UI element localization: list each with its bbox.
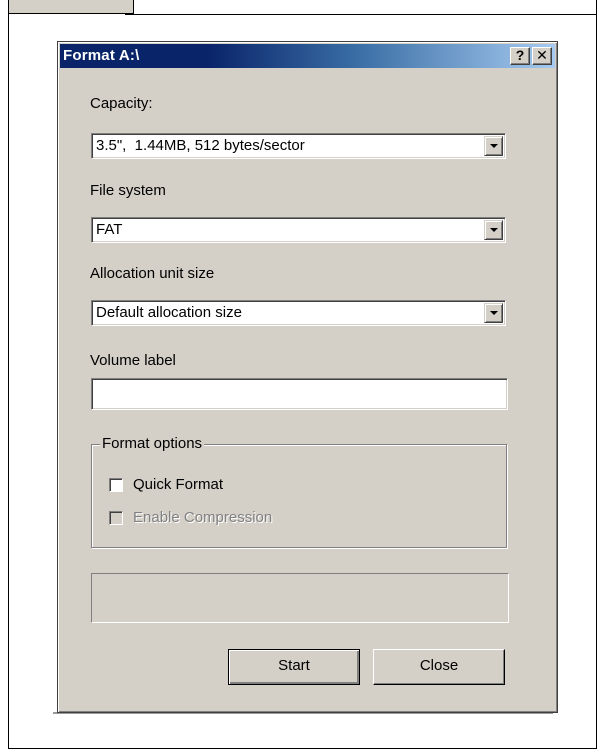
help-button[interactable]: ? — [510, 47, 530, 65]
file-system-dropdown-arrow-icon[interactable] — [484, 220, 503, 240]
close-icon: ✕ — [536, 47, 548, 63]
allocation-label: Allocation unit size — [90, 265, 215, 282]
capacity-dropdown-arrow-icon[interactable] — [484, 136, 503, 156]
corner-tab — [9, 0, 134, 14]
capacity-select[interactable]: 3.5", 1.44MB, 512 bytes/sector — [91, 133, 506, 159]
help-icon: ? — [515, 47, 525, 63]
frame-top-line — [125, 14, 597, 15]
format-options-group: Format options Quick Format Enable Compr… — [91, 435, 507, 548]
title-bar[interactable]: Format A:\ ? ✕ — [60, 44, 555, 68]
quick-format-label[interactable]: Quick Format — [133, 476, 223, 493]
quick-format-checkbox[interactable] — [109, 478, 123, 492]
volume-label-label: Volume label — [90, 352, 176, 369]
format-dialog: Format A:\ ? ✕ Capacity: 3.5", 1.44MB, 5… — [57, 41, 558, 713]
capacity-value: 3.5", 1.44MB, 512 bytes/sector — [96, 137, 305, 154]
file-system-select[interactable]: FAT — [91, 217, 506, 243]
capacity-label: Capacity: — [90, 95, 153, 112]
enable-compression-label: Enable Compression — [133, 509, 273, 526]
format-progress-bar — [91, 573, 509, 623]
window-title: Format A:\ — [63, 47, 140, 64]
file-system-label: File system — [90, 182, 166, 199]
close-button[interactable]: Close — [373, 649, 505, 685]
close-window-button[interactable]: ✕ — [532, 47, 552, 65]
start-button[interactable]: Start — [228, 649, 360, 685]
allocation-dropdown-arrow-icon[interactable] — [484, 303, 503, 323]
file-system-value: FAT — [96, 221, 123, 238]
format-options-legend: Format options — [100, 435, 205, 452]
allocation-select[interactable]: Default allocation size — [91, 300, 506, 326]
allocation-value: Default allocation size — [96, 304, 242, 321]
enable-compression-checkbox[interactable] — [109, 511, 123, 525]
volume-label-input[interactable] — [91, 378, 508, 410]
